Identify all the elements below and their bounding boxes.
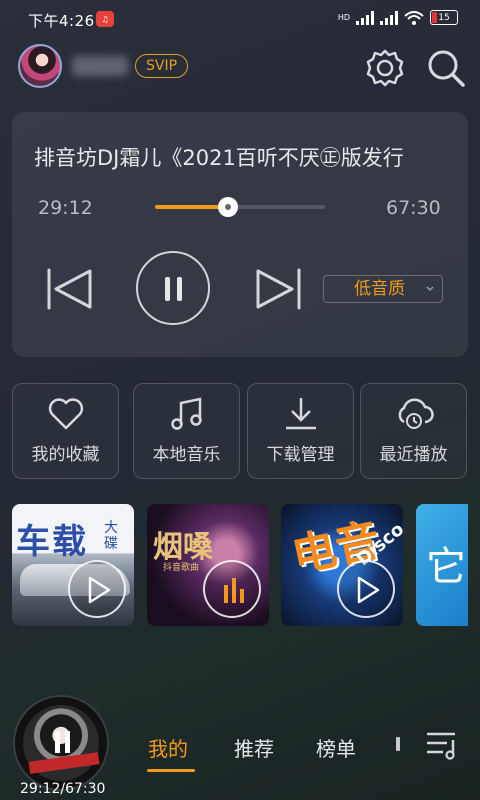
progress-knob[interactable] bbox=[218, 197, 238, 217]
thumb-title: 它 bbox=[426, 534, 466, 592]
status-bar: 下午4:26 ♫ HD 15 bbox=[0, 0, 480, 40]
tab-mine[interactable]: 我的 bbox=[148, 733, 188, 762]
tab-overflow[interactable] bbox=[396, 737, 400, 751]
search-icon[interactable] bbox=[426, 48, 466, 88]
pause-icon bbox=[55, 731, 60, 753]
signal-icon bbox=[356, 11, 374, 25]
settings-icon[interactable] bbox=[364, 47, 406, 89]
tile-recent[interactable]: 最近播放 bbox=[360, 383, 467, 479]
tile-label: 本地音乐 bbox=[134, 440, 239, 465]
wifi-icon bbox=[404, 11, 424, 25]
tile-label: 下载管理 bbox=[248, 440, 353, 465]
playlist-thumb-smoky[interactable]: 烟嗓 抖音歌曲 bbox=[147, 504, 269, 626]
hd-indicator: HD bbox=[338, 14, 350, 22]
active-tab-indicator bbox=[147, 769, 195, 772]
chevron-down-icon bbox=[426, 285, 434, 293]
pause-icon-bar bbox=[65, 731, 70, 753]
playlist-thumb-car[interactable]: 车载 大碟 bbox=[12, 504, 134, 626]
status-time: 下午4:26 bbox=[28, 10, 95, 31]
quality-label: 低音质 bbox=[354, 279, 405, 299]
heart-icon bbox=[46, 394, 86, 434]
pause-button[interactable] bbox=[136, 251, 210, 325]
tile-local-music[interactable]: 本地音乐 bbox=[133, 383, 240, 479]
battery-icon: 15 bbox=[430, 10, 458, 25]
tab-recommend[interactable]: 推荐 bbox=[234, 733, 274, 762]
thumb-title: 车载 bbox=[16, 514, 88, 563]
quality-select[interactable]: 低音质 bbox=[323, 275, 443, 303]
previous-track-icon[interactable] bbox=[44, 266, 96, 312]
elapsed-time: 29:12 bbox=[38, 197, 93, 219]
status-indicators: HD 15 bbox=[338, 10, 458, 25]
total-time: 67:30 bbox=[386, 197, 441, 219]
playlist-thumb-edm[interactable]: 电音 Disco bbox=[281, 504, 403, 626]
play-button[interactable] bbox=[68, 560, 126, 618]
music-note-icon bbox=[167, 394, 207, 434]
tile-downloads[interactable]: 下载管理 bbox=[247, 383, 354, 479]
cloud-history-icon bbox=[394, 394, 434, 434]
svip-badge[interactable]: SVIP bbox=[135, 54, 188, 78]
thumb-subtitle: 大碟 bbox=[104, 520, 118, 552]
thumb-subtitle: 抖音歌曲 bbox=[163, 560, 199, 573]
mini-player-time: 29:12/67:30 bbox=[20, 781, 105, 797]
song-title[interactable]: 排音坊DJ霜儿《2021百听不厌㊣版发行 bbox=[34, 142, 444, 172]
tile-label: 我的收藏 bbox=[13, 440, 118, 465]
mini-player-disc[interactable] bbox=[13, 695, 109, 791]
next-track-icon[interactable] bbox=[252, 266, 304, 312]
download-icon bbox=[281, 394, 321, 434]
play-icon bbox=[86, 575, 112, 605]
playlist-thumb-partial[interactable]: 它 bbox=[416, 504, 468, 626]
app-notification-icon: ♫ bbox=[96, 11, 114, 27]
username-blurred[interactable] bbox=[72, 56, 128, 76]
playlist-icon[interactable] bbox=[425, 730, 461, 760]
playing-indicator[interactable] bbox=[203, 560, 261, 618]
play-icon bbox=[355, 575, 381, 605]
signal-icon-2 bbox=[380, 11, 398, 25]
tile-favorites[interactable]: 我的收藏 bbox=[12, 383, 119, 479]
avatar[interactable] bbox=[18, 44, 62, 88]
tile-label: 最近播放 bbox=[361, 440, 466, 465]
equalizer-icon bbox=[221, 575, 247, 605]
play-button[interactable] bbox=[337, 560, 395, 618]
tab-charts[interactable]: 榜单 bbox=[316, 733, 356, 762]
